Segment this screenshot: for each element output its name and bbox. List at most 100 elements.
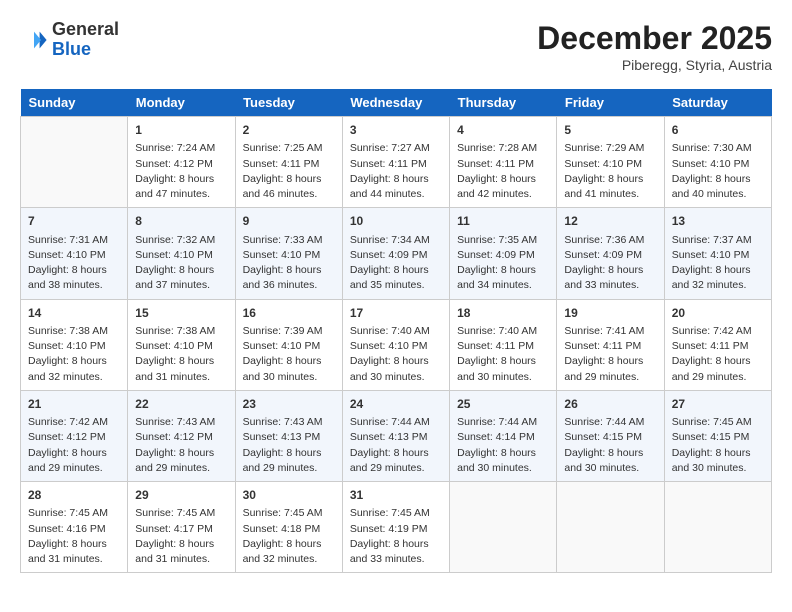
- day-number: 14: [28, 305, 120, 322]
- day-info: Sunrise: 7:24 AMSunset: 4:12 PMDaylight:…: [135, 141, 227, 202]
- weekday-monday: Monday: [128, 89, 235, 117]
- day-info: Sunrise: 7:35 AMSunset: 4:09 PMDaylight:…: [457, 233, 549, 294]
- day-number: 21: [28, 396, 120, 413]
- day-info: Sunrise: 7:25 AMSunset: 4:11 PMDaylight:…: [243, 141, 335, 202]
- calendar-cell: 31 Sunrise: 7:45 AMSunset: 4:19 PMDayligh…: [342, 482, 449, 573]
- calendar-body: 1 Sunrise: 7:24 AMSunset: 4:12 PMDaylight…: [21, 117, 772, 573]
- calendar-cell: 30 Sunrise: 7:45 AMSunset: 4:18 PMDayligh…: [235, 482, 342, 573]
- day-info: Sunrise: 7:39 AMSunset: 4:10 PMDaylight:…: [243, 324, 335, 385]
- weekday-thursday: Thursday: [450, 89, 557, 117]
- day-number: 12: [564, 213, 656, 230]
- calendar-cell: 3Sunrise: 7:27 AMSunset: 4:11 PMDaylight…: [342, 117, 449, 208]
- calendar-cell: 26Sunrise: 7:44 AMSunset: 4:15 PMDayligh…: [557, 390, 664, 481]
- day-number: 2: [243, 122, 335, 139]
- day-number: 23: [243, 396, 335, 413]
- calendar-cell: 11Sunrise: 7:35 AMSunset: 4:09 PMDayligh…: [450, 208, 557, 299]
- weekday-saturday: Saturday: [664, 89, 771, 117]
- day-number: 6: [672, 122, 764, 139]
- calendar-cell: 15Sunrise: 7:38 AMSunset: 4:10 PMDayligh…: [128, 299, 235, 390]
- day-number: 24: [350, 396, 442, 413]
- calendar-row-0: 1 Sunrise: 7:24 AMSunset: 4:12 PMDaylight…: [21, 117, 772, 208]
- calendar-cell: [450, 482, 557, 573]
- calendar-cell: 20 Sunrise: 7:42 AMSunset: 4:11 PMDayligh…: [664, 299, 771, 390]
- logo-blue: Blue: [52, 40, 119, 60]
- calendar-cell: 10 Sunrise: 7:34 AMSunset: 4:09 PMDayligh…: [342, 208, 449, 299]
- calendar-header: SundayMondayTuesdayWednesdayThursdayFrid…: [21, 89, 772, 117]
- day-number: 27: [672, 396, 764, 413]
- calendar-cell: 24 Sunrise: 7:44 AMSunset: 4:13 PMDayligh…: [342, 390, 449, 481]
- calendar-cell: 21 Sunrise: 7:42 AMSunset: 4:12 PMDayligh…: [21, 390, 128, 481]
- calendar-cell: 19 Sunrise: 7:41 AMSunset: 4:11 PMDayligh…: [557, 299, 664, 390]
- month-title: December 2025: [537, 20, 772, 57]
- calendar-cell: 6 Sunrise: 7:30 AMSunset: 4:10 PMDaylight…: [664, 117, 771, 208]
- calendar-cell: 13Sunrise: 7:37 AMSunset: 4:10 PMDayligh…: [664, 208, 771, 299]
- day-number: 25: [457, 396, 549, 413]
- calendar-cell: 5Sunrise: 7:29 AMSunset: 4:10 PMDaylight…: [557, 117, 664, 208]
- day-number: 17: [350, 305, 442, 322]
- day-info: Sunrise: 7:45 AMSunset: 4:16 PMDaylight:…: [28, 506, 120, 567]
- logo-text: General Blue: [52, 20, 119, 60]
- day-info: Sunrise: 7:34 AMSunset: 4:09 PMDaylight:…: [350, 233, 442, 294]
- day-number: 22: [135, 396, 227, 413]
- calendar-cell: 22 Sunrise: 7:43 AMSunset: 4:12 PMDayligh…: [128, 390, 235, 481]
- weekday-wednesday: Wednesday: [342, 89, 449, 117]
- weekday-header-row: SundayMondayTuesdayWednesdayThursdayFrid…: [21, 89, 772, 117]
- day-info: Sunrise: 7:43 AMSunset: 4:13 PMDaylight:…: [243, 415, 335, 476]
- day-info: Sunrise: 7:41 AMSunset: 4:11 PMDaylight:…: [564, 324, 656, 385]
- calendar-cell: 28 Sunrise: 7:45 AMSunset: 4:16 PMDayligh…: [21, 482, 128, 573]
- day-info: Sunrise: 7:45 AMSunset: 4:15 PMDaylight:…: [672, 415, 764, 476]
- weekday-sunday: Sunday: [21, 89, 128, 117]
- calendar-row-1: 7 Sunrise: 7:31 AMSunset: 4:10 PMDaylight…: [21, 208, 772, 299]
- day-number: 20: [672, 305, 764, 322]
- day-info: Sunrise: 7:28 AMSunset: 4:11 PMDaylight:…: [457, 141, 549, 202]
- calendar-cell: 29Sunrise: 7:45 AMSunset: 4:17 PMDayligh…: [128, 482, 235, 573]
- day-info: Sunrise: 7:27 AMSunset: 4:11 PMDaylight:…: [350, 141, 442, 202]
- day-info: Sunrise: 7:45 AMSunset: 4:18 PMDaylight:…: [243, 506, 335, 567]
- day-number: 30: [243, 487, 335, 504]
- day-info: Sunrise: 7:33 AMSunset: 4:10 PMDaylight:…: [243, 233, 335, 294]
- day-info: Sunrise: 7:42 AMSunset: 4:12 PMDaylight:…: [28, 415, 120, 476]
- calendar-cell: 1 Sunrise: 7:24 AMSunset: 4:12 PMDaylight…: [128, 117, 235, 208]
- logo-icon: [20, 26, 48, 54]
- logo: General Blue: [20, 20, 119, 60]
- location-subtitle: Piberegg, Styria, Austria: [537, 57, 772, 73]
- calendar-cell: 8Sunrise: 7:32 AMSunset: 4:10 PMDaylight…: [128, 208, 235, 299]
- day-info: Sunrise: 7:42 AMSunset: 4:11 PMDaylight:…: [672, 324, 764, 385]
- calendar-cell: 17Sunrise: 7:40 AMSunset: 4:10 PMDayligh…: [342, 299, 449, 390]
- day-info: Sunrise: 7:45 AMSunset: 4:17 PMDaylight:…: [135, 506, 227, 567]
- calendar-cell: 16 Sunrise: 7:39 AMSunset: 4:10 PMDayligh…: [235, 299, 342, 390]
- day-info: Sunrise: 7:30 AMSunset: 4:10 PMDaylight:…: [672, 141, 764, 202]
- day-info: Sunrise: 7:45 AMSunset: 4:19 PMDaylight:…: [350, 506, 442, 567]
- calendar-cell: 2 Sunrise: 7:25 AMSunset: 4:11 PMDaylight…: [235, 117, 342, 208]
- day-number: 16: [243, 305, 335, 322]
- weekday-friday: Friday: [557, 89, 664, 117]
- day-number: 28: [28, 487, 120, 504]
- day-number: 31: [350, 487, 442, 504]
- calendar-cell: 14 Sunrise: 7:38 AMSunset: 4:10 PMDayligh…: [21, 299, 128, 390]
- logo-general: General: [52, 20, 119, 40]
- day-info: Sunrise: 7:40 AMSunset: 4:11 PMDaylight:…: [457, 324, 549, 385]
- day-number: 13: [672, 213, 764, 230]
- day-number: 19: [564, 305, 656, 322]
- day-info: Sunrise: 7:44 AMSunset: 4:13 PMDaylight:…: [350, 415, 442, 476]
- day-info: Sunrise: 7:32 AMSunset: 4:10 PMDaylight:…: [135, 233, 227, 294]
- calendar-cell: 27 Sunrise: 7:45 AMSunset: 4:15 PMDayligh…: [664, 390, 771, 481]
- day-number: 26: [564, 396, 656, 413]
- calendar-cell: 23 Sunrise: 7:43 AMSunset: 4:13 PMDayligh…: [235, 390, 342, 481]
- calendar-cell: 4 Sunrise: 7:28 AMSunset: 4:11 PMDaylight…: [450, 117, 557, 208]
- day-number: 4: [457, 122, 549, 139]
- calendar-cell: 12 Sunrise: 7:36 AMSunset: 4:09 PMDayligh…: [557, 208, 664, 299]
- day-number: 1: [135, 122, 227, 139]
- day-number: 10: [350, 213, 442, 230]
- day-info: Sunrise: 7:38 AMSunset: 4:10 PMDaylight:…: [28, 324, 120, 385]
- day-info: Sunrise: 7:36 AMSunset: 4:09 PMDaylight:…: [564, 233, 656, 294]
- day-number: 7: [28, 213, 120, 230]
- day-info: Sunrise: 7:43 AMSunset: 4:12 PMDaylight:…: [135, 415, 227, 476]
- day-number: 5: [564, 122, 656, 139]
- day-info: Sunrise: 7:31 AMSunset: 4:10 PMDaylight:…: [28, 233, 120, 294]
- day-number: 18: [457, 305, 549, 322]
- day-number: 15: [135, 305, 227, 322]
- calendar-cell: 9Sunrise: 7:33 AMSunset: 4:10 PMDaylight…: [235, 208, 342, 299]
- calendar-table: SundayMondayTuesdayWednesdayThursdayFrid…: [20, 89, 772, 573]
- calendar-cell: [557, 482, 664, 573]
